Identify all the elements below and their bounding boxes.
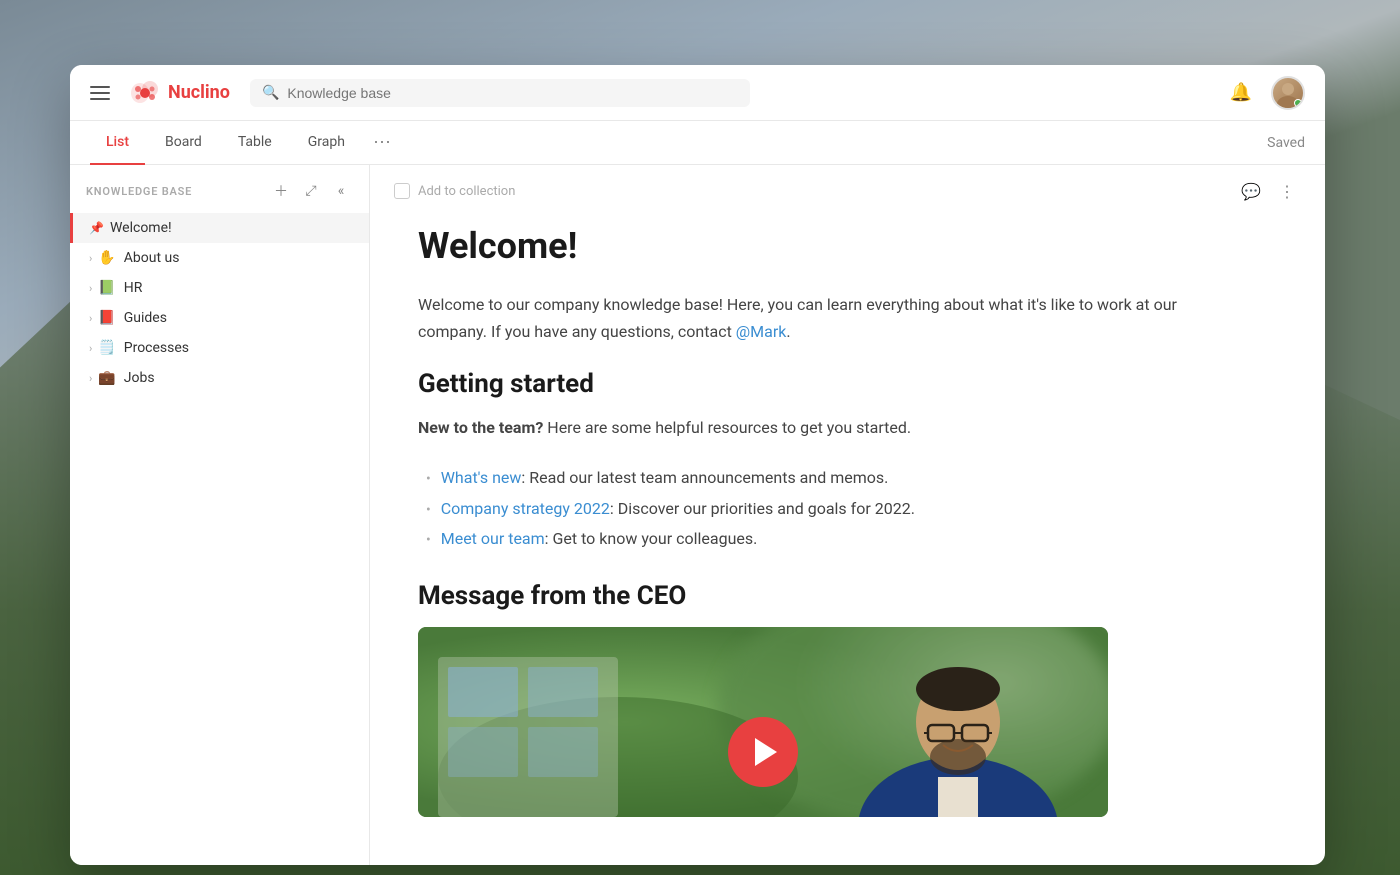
bullet-0-rest: : Read our latest team announcements and… <box>521 468 888 487</box>
tab-graph[interactable]: Graph <box>292 121 361 165</box>
item-emoji: 🗒️ <box>98 340 115 356</box>
app-window: Nuclino 🔍 🔔 List Board Table <box>70 65 1325 865</box>
sidebar-header: KNOWLEDGE BASE ＋ ⤢ « <box>70 165 369 213</box>
intro-paragraph: Welcome to our company knowledge base! H… <box>418 292 1182 345</box>
sidebar-item-label: Jobs <box>124 370 341 386</box>
add-item-button[interactable]: ＋ <box>269 179 293 203</box>
list-item: What's new: Read our latest team announc… <box>418 465 1182 491</box>
notifications-button[interactable]: 🔔 <box>1227 79 1255 107</box>
new-to-team-paragraph: New to the team? Here are some helpful r… <box>418 415 1182 441</box>
list-item: Company strategy 2022: Discover our prio… <box>418 496 1182 522</box>
intro-text-2: . <box>786 322 790 341</box>
tabs-bar: List Board Table Graph ⋯ Saved <box>70 121 1325 165</box>
sidebar-item-label: Guides <box>124 310 341 326</box>
chevron-icon: › <box>89 282 92 295</box>
sidebar-item-hr[interactable]: › 📗 HR ☐ <box>70 273 369 303</box>
sidebar-item-label: Processes <box>124 340 341 356</box>
sidebar-item-label: About us <box>124 250 341 266</box>
sidebar-item-guides[interactable]: › 📕 Guides ☐ <box>70 303 369 333</box>
tab-board[interactable]: Board <box>149 121 218 165</box>
new-to-team-text: Here are some helpful resources to get y… <box>543 418 911 437</box>
item-emoji: 📗 <box>98 280 115 296</box>
page-title: Welcome! <box>418 225 1182 268</box>
tabs-more-button[interactable]: ⋯ <box>365 121 399 165</box>
logo: Nuclino <box>130 81 230 105</box>
bullet-2-rest: : Get to know your colleagues. <box>545 529 758 548</box>
sidebar-actions: ＋ ⤢ « <box>269 179 353 203</box>
item-emoji: ✋ <box>98 250 115 266</box>
play-button[interactable] <box>728 717 798 787</box>
sidebar-section-title: KNOWLEDGE BASE <box>86 185 261 198</box>
content-body: Welcome! Welcome to our company knowledg… <box>370 217 1230 857</box>
header-right: 🔔 <box>1227 76 1305 110</box>
search-icon: 🔍 <box>262 85 279 101</box>
collapse-sidebar-button[interactable]: « <box>329 179 353 203</box>
chevron-icon: › <box>89 252 92 265</box>
search-input[interactable] <box>287 85 738 101</box>
new-to-team-label: New to the team? <box>418 418 543 437</box>
sidebar: KNOWLEDGE BASE ＋ ⤢ « 📌 Welcome! ☐ › ✋ Ab… <box>70 165 370 865</box>
comments-button[interactable]: 💬 <box>1237 177 1265 205</box>
app-name: Nuclino <box>168 82 230 103</box>
play-icon <box>755 738 777 766</box>
avatar[interactable] <box>1271 76 1305 110</box>
sidebar-item-about-us[interactable]: › ✋ About us ☐ <box>70 243 369 273</box>
list-item: Meet our team: Get to know your colleagu… <box>418 526 1182 552</box>
header: Nuclino 🔍 🔔 <box>70 65 1325 121</box>
ceo-message-title: Message from the CEO <box>418 581 1182 611</box>
menu-button[interactable] <box>90 79 118 107</box>
bullet-1-rest: : Discover our priorities and goals for … <box>610 499 915 518</box>
add-collection-label[interactable]: Add to collection <box>418 184 515 199</box>
company-strategy-link[interactable]: Company strategy 2022 <box>441 499 610 518</box>
getting-started-title: Getting started <box>418 369 1182 399</box>
ceo-person <box>808 627 1108 817</box>
content-actions: 💬 ⋮ <box>1237 177 1301 205</box>
nuclino-logo-icon <box>130 81 160 105</box>
content-toolbar: Add to collection 💬 ⋮ <box>370 165 1325 217</box>
mention-link[interactable]: @Mark <box>736 322 787 341</box>
item-emoji: 📕 <box>98 310 115 326</box>
content-area: Add to collection 💬 ⋮ Welcome! Welcome t… <box>370 165 1325 865</box>
resource-list: What's new: Read our latest team announc… <box>418 465 1182 552</box>
sidebar-item-label: HR <box>124 280 341 296</box>
chevron-icon: › <box>89 312 92 325</box>
video-container[interactable] <box>418 627 1108 817</box>
online-status-dot <box>1294 99 1302 107</box>
chevron-icon: › <box>89 372 92 385</box>
tab-list[interactable]: List <box>90 121 145 165</box>
sidebar-item-processes[interactable]: › 🗒️ Processes ☐ <box>70 333 369 363</box>
chevron-icon: › <box>89 342 92 355</box>
sidebar-item-label: Welcome! <box>110 220 340 236</box>
pin-icon: 📌 <box>89 221 104 235</box>
search-bar[interactable]: 🔍 <box>250 79 750 107</box>
item-emoji: 💼 <box>98 370 115 386</box>
expand-button[interactable]: ⤢ <box>299 179 323 203</box>
meet-team-link[interactable]: Meet our team <box>441 529 545 548</box>
sidebar-item-welcome[interactable]: 📌 Welcome! ☐ <box>70 213 369 243</box>
sidebar-item-jobs[interactable]: › 💼 Jobs ☐ <box>70 363 369 393</box>
add-collection-checkbox[interactable] <box>394 183 410 199</box>
more-options-button[interactable]: ⋮ <box>1273 177 1301 205</box>
saved-status: Saved <box>1267 135 1305 151</box>
main-area: KNOWLEDGE BASE ＋ ⤢ « 📌 Welcome! ☐ › ✋ Ab… <box>70 165 1325 865</box>
tab-table[interactable]: Table <box>222 121 288 165</box>
whats-new-link[interactable]: What's new <box>441 468 522 487</box>
intro-text-1: Welcome to our company knowledge base! H… <box>418 295 1177 340</box>
